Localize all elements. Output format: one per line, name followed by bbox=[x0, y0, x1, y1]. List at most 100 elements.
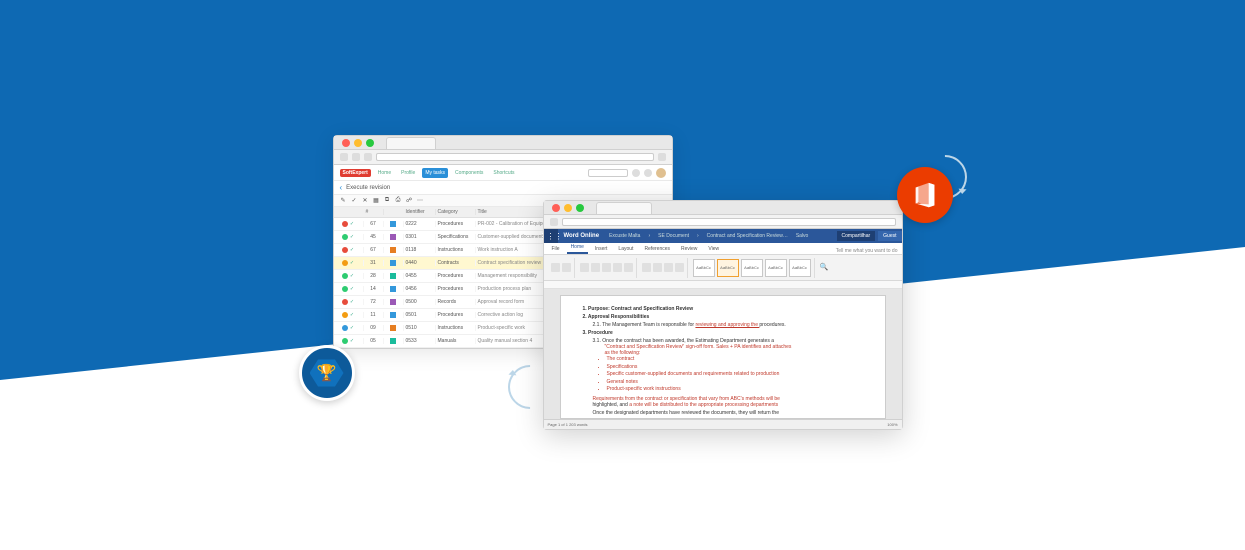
document-area[interactable]: 1. Purpose: Contract and Specification R… bbox=[544, 289, 902, 419]
back-icon[interactable] bbox=[340, 153, 348, 161]
tab-layout[interactable]: Layout bbox=[614, 244, 637, 254]
highlight-icon[interactable] bbox=[624, 263, 633, 272]
back-icon[interactable] bbox=[550, 218, 558, 226]
nav-shortcuts[interactable]: Shortcuts bbox=[490, 168, 517, 178]
status-dot-icon bbox=[342, 286, 348, 292]
breadcrumb[interactable]: Contract and Specification Review… bbox=[703, 233, 792, 239]
app-logo: SoftExpert bbox=[340, 169, 371, 177]
tab-view[interactable]: View bbox=[704, 244, 723, 254]
page-subbar: ‹ Execute revision bbox=[334, 181, 672, 195]
check-icon: ✓ bbox=[350, 325, 354, 331]
row-number: 05 bbox=[364, 338, 384, 344]
notif-icon[interactable] bbox=[632, 169, 640, 177]
breadcrumb[interactable]: Excuste Malta bbox=[605, 233, 644, 239]
row-category: Procedures bbox=[436, 221, 476, 227]
underline-icon[interactable] bbox=[602, 263, 611, 272]
address-input[interactable] bbox=[562, 218, 896, 226]
tab-references[interactable]: References bbox=[640, 244, 674, 254]
breadcrumb[interactable]: SE Document bbox=[654, 233, 693, 239]
nav-home[interactable]: Home bbox=[375, 168, 394, 178]
style-title[interactable]: AaBbCc bbox=[789, 259, 811, 277]
font-color-icon[interactable] bbox=[613, 263, 622, 272]
office-icon bbox=[910, 180, 940, 210]
print-icon[interactable]: ⎙ bbox=[395, 197, 402, 204]
style-heading1[interactable]: AaBbCc bbox=[717, 259, 739, 277]
word-statusbar: Page 1 of 1 203 words 100% bbox=[544, 419, 902, 429]
tell-me-input[interactable]: Tell me what you want to do bbox=[836, 248, 898, 254]
status-dot-icon bbox=[342, 221, 348, 227]
check-icon[interactable]: ✓ bbox=[351, 197, 358, 204]
tab-file[interactable]: File bbox=[548, 244, 564, 254]
row-category: Procedures bbox=[436, 312, 476, 318]
office-badge bbox=[897, 167, 953, 223]
row-id: 0510 bbox=[404, 325, 436, 331]
find-icon[interactable]: 🔍 bbox=[820, 263, 830, 273]
doc-heading: 3. Procedure bbox=[583, 330, 863, 336]
forward-icon[interactable] bbox=[352, 153, 360, 161]
tab-insert[interactable]: Insert bbox=[591, 244, 612, 254]
address-input[interactable] bbox=[376, 153, 654, 161]
edit-icon[interactable]: ✎ bbox=[340, 197, 347, 204]
row-id: 0118 bbox=[404, 247, 436, 253]
align-icon[interactable] bbox=[664, 263, 673, 272]
user-menu[interactable]: Guest bbox=[878, 231, 901, 241]
row-category: Manuals bbox=[436, 338, 476, 344]
browser-chrome bbox=[334, 136, 672, 165]
row-id: 0222 bbox=[404, 221, 436, 227]
row-id: 0500 bbox=[404, 299, 436, 305]
row-number: 11 bbox=[364, 312, 384, 318]
more-icon[interactable]: ⋯ bbox=[417, 197, 424, 204]
save-status: Salvo bbox=[792, 233, 813, 239]
nav-components[interactable]: Components bbox=[452, 168, 486, 178]
numbering-icon[interactable] bbox=[653, 263, 662, 272]
app-launcher-icon[interactable]: ⋮⋮⋮ bbox=[544, 229, 558, 243]
style-heading2[interactable]: AaBbCc bbox=[741, 259, 763, 277]
style-normal[interactable]: AaBbCc bbox=[693, 259, 715, 277]
style-heading3[interactable]: AaBbCc bbox=[765, 259, 787, 277]
document-page[interactable]: 1. Purpose: Contract and Specification R… bbox=[560, 295, 886, 419]
check-icon: ✓ bbox=[350, 286, 354, 292]
row-id: 0301 bbox=[404, 234, 436, 240]
row-number: 72 bbox=[364, 299, 384, 305]
status-dot-icon bbox=[342, 338, 348, 344]
undo-icon[interactable] bbox=[551, 263, 560, 272]
menu-icon[interactable] bbox=[658, 153, 666, 161]
check-icon: ✓ bbox=[350, 312, 354, 318]
word-online-window: ⋮⋮⋮ Word Online Excuste Malta › SE Docum… bbox=[543, 200, 903, 430]
row-category: Instructions bbox=[436, 247, 476, 253]
back-button[interactable]: ‹ bbox=[340, 183, 343, 192]
check-icon: ✓ bbox=[350, 299, 354, 305]
doc-icon[interactable]: ▦ bbox=[373, 197, 380, 204]
nav-profile[interactable]: Profile bbox=[398, 168, 418, 178]
copy-icon[interactable]: ⧉ bbox=[384, 197, 391, 204]
check-icon: ✓ bbox=[350, 260, 354, 266]
traffic-lights[interactable] bbox=[544, 200, 592, 216]
tab-review[interactable]: Review bbox=[677, 244, 701, 254]
cancel-icon[interactable]: ✕ bbox=[362, 197, 369, 204]
nav-mytasks[interactable]: My tasks bbox=[422, 168, 448, 178]
browser-tab[interactable] bbox=[596, 202, 652, 214]
paste-icon[interactable] bbox=[562, 263, 571, 272]
tab-home[interactable]: Home bbox=[567, 242, 588, 254]
bold-icon[interactable] bbox=[580, 263, 589, 272]
zoom-level[interactable]: 100% bbox=[887, 422, 897, 427]
row-category: Instructions bbox=[436, 325, 476, 331]
indent-icon[interactable] bbox=[675, 263, 684, 272]
avatar[interactable] bbox=[656, 168, 666, 178]
traffic-lights[interactable] bbox=[334, 135, 382, 151]
type-icon bbox=[390, 273, 396, 279]
link-icon[interactable]: ☍ bbox=[406, 197, 413, 204]
status-dot-icon bbox=[342, 260, 348, 266]
type-icon bbox=[390, 221, 396, 227]
browser-tab[interactable] bbox=[386, 137, 436, 149]
help-icon[interactable] bbox=[644, 169, 652, 177]
status-dot-icon bbox=[342, 234, 348, 240]
search-input[interactable] bbox=[588, 169, 628, 177]
share-button[interactable]: Compartilhar bbox=[837, 231, 876, 241]
doc-heading: 1. Purpose: Contract and Specification R… bbox=[583, 306, 863, 312]
reload-icon[interactable] bbox=[364, 153, 372, 161]
row-number: 31 bbox=[364, 260, 384, 266]
italic-icon[interactable] bbox=[591, 263, 600, 272]
bullets-icon[interactable] bbox=[642, 263, 651, 272]
type-icon bbox=[390, 312, 396, 318]
